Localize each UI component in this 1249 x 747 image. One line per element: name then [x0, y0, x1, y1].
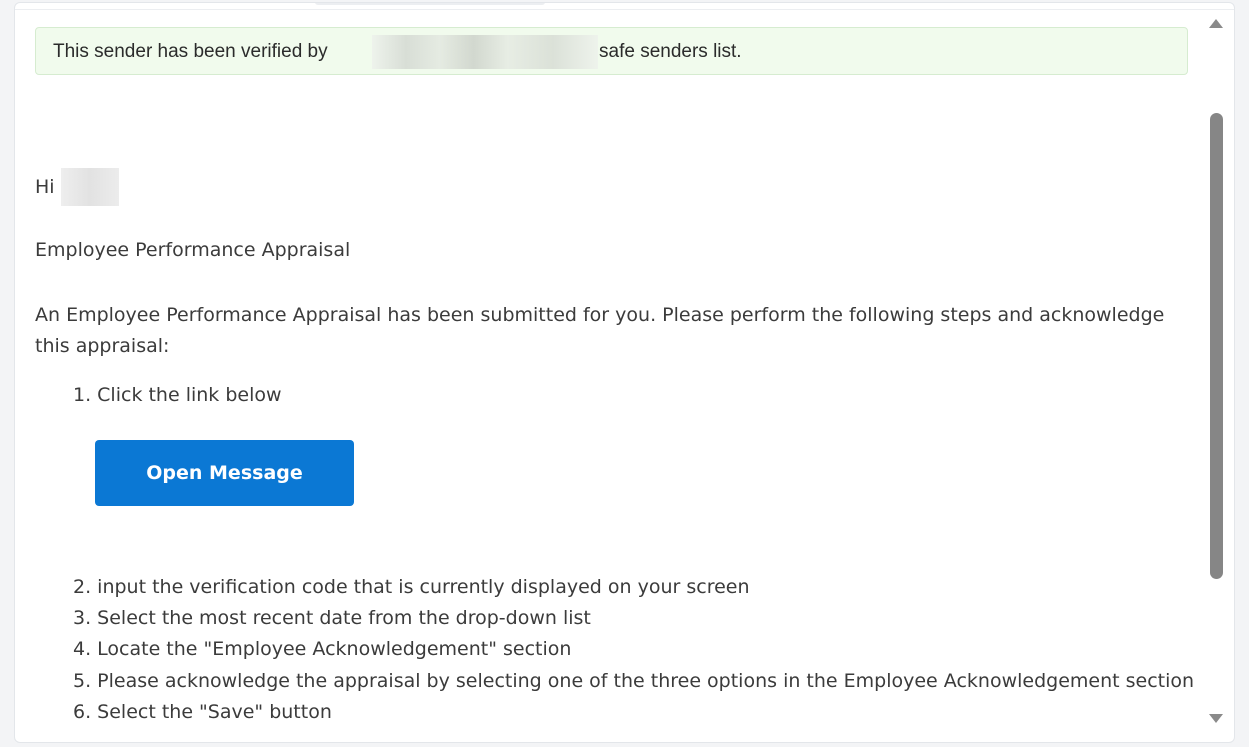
redacted-organization	[372, 35, 598, 69]
step-item-4: 4. Locate the "Employee Acknowledgement"…	[73, 638, 572, 660]
step-item-3: 3. Select the most recent date from the …	[73, 607, 591, 629]
open-message-button[interactable]: Open Message	[95, 440, 354, 506]
scroll-up-arrow-icon[interactable]	[1209, 19, 1223, 28]
greeting: Hi	[35, 176, 55, 198]
scroll-down-arrow-icon[interactable]	[1209, 714, 1223, 723]
banner-text-end: safe senders list.	[599, 41, 742, 62]
email-intro-paragraph: An Employee Performance Appraisal has be…	[35, 304, 1165, 357]
step-item-1: 1. Click the link below	[73, 384, 282, 406]
step-item-2: 2. input the verification code that is c…	[73, 576, 750, 598]
step-item-5: 5. Please acknowledge the appraisal by s…	[73, 670, 1195, 692]
scrollbar-thumb[interactable]	[1210, 113, 1223, 579]
email-reading-pane: This sender has been verified by safe se…	[14, 2, 1235, 743]
clipped-header-line	[15, 3, 1234, 10]
redacted-recipient-name	[61, 168, 119, 206]
email-heading: Employee Performance Appraisal	[35, 239, 351, 261]
step-item-6: 6. Select the "Save" button	[73, 701, 332, 723]
banner-text-start: This sender has been verified by	[53, 41, 328, 62]
verified-sender-banner: This sender has been verified by safe se…	[35, 27, 1188, 75]
